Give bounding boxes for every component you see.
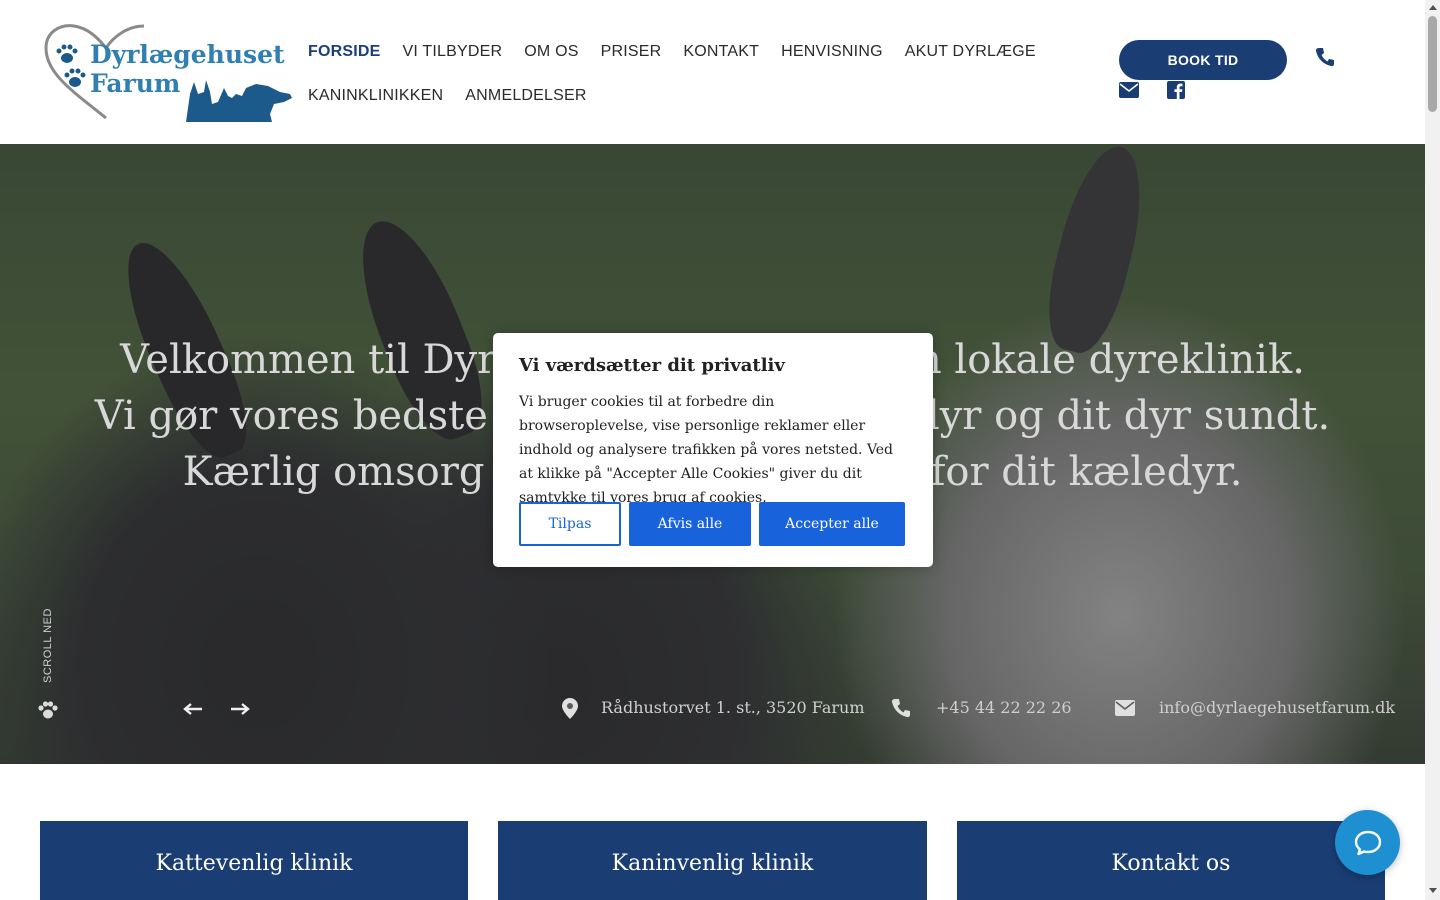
nav-item-anmeldelser[interactable]: ANMELDELSER: [465, 87, 586, 105]
scroll-down-arrow[interactable]: [1429, 888, 1437, 893]
accept-all-button[interactable]: Accepter alle: [759, 502, 905, 546]
address-text: Rådhustorvet 1. st., 3520 Farum: [601, 698, 865, 717]
nav-item-henvisning[interactable]: HENVISNING: [781, 43, 883, 61]
nav-item-akut-dyrlaege[interactable]: AKUT DYRLÆGE: [905, 43, 1036, 61]
card-kaninvenlig[interactable]: Kaninvenlig klinik: [498, 821, 927, 900]
reject-all-button[interactable]: Afvis alle: [629, 502, 751, 546]
nav-row-2: KANINKLINIKKEN ANMELDELSER: [308, 74, 1008, 118]
facebook-icon[interactable]: [1167, 81, 1185, 99]
arrow-right-icon[interactable]: [230, 702, 250, 716]
nav-item-forside[interactable]: FORSIDE: [308, 43, 381, 61]
paw-icon: [64, 68, 86, 87]
logo[interactable]: Dyrlægehuset Farum: [44, 22, 294, 122]
book-appointment-button[interactable]: BOOK TID: [1119, 40, 1287, 80]
email-link[interactable]: info@dyrlaegehusetfarum.dk: [1159, 698, 1395, 717]
pets-silhouette-icon: [186, 80, 292, 122]
cookie-consent-dialog: Vi værdsætter dit privatliv Vi bruger co…: [493, 333, 933, 567]
nav-item-priser[interactable]: PRISER: [601, 43, 662, 61]
scrollbar[interactable]: [1425, 0, 1440, 900]
scroll-down-label[interactable]: SCROLL NED: [42, 608, 54, 683]
card-kattevenlig[interactable]: Kattevenlig klinik: [40, 821, 468, 900]
logo-line1: Dyrlægehuset: [90, 40, 285, 69]
paw-icon: [38, 701, 58, 719]
cookie-title: Vi værdsætter dit privatliv: [519, 355, 785, 376]
scrollbar-thumb[interactable]: [1428, 16, 1437, 112]
paw-icon: [56, 44, 78, 63]
card-title: Kaninvenlig klinik: [611, 851, 814, 876]
phone-text[interactable]: +45 44 22 22 26: [936, 698, 1072, 717]
customize-button[interactable]: Tilpas: [519, 502, 621, 546]
nav-item-om-os[interactable]: OM OS: [524, 43, 578, 61]
nav-item-kontakt[interactable]: KONTAKT: [683, 43, 759, 61]
nav-item-kaninklinikken[interactable]: KANINKLINIKKEN: [308, 87, 443, 105]
nav-item-vi-tilbyder[interactable]: VI TILBYDER: [403, 43, 503, 61]
phone-icon[interactable]: [1315, 47, 1335, 67]
scroll-up-arrow[interactable]: [1429, 5, 1437, 10]
card-title: Kontakt os: [1111, 851, 1231, 876]
arrow-left-icon[interactable]: [183, 702, 203, 716]
site-header: Dyrlægehuset Farum FORSIDE VI TILBYDER O…: [0, 0, 1425, 144]
envelope-icon[interactable]: [1115, 700, 1135, 716]
chat-bubble-icon: [1354, 830, 1381, 855]
main-nav: FORSIDE VI TILBYDER OM OS PRISER KONTAKT…: [308, 30, 1036, 118]
cookie-buttons: Tilpas Afvis alle Accepter alle: [519, 502, 905, 546]
nav-row-1: FORSIDE VI TILBYDER OM OS PRISER KONTAKT…: [308, 30, 1036, 74]
chat-button[interactable]: [1335, 810, 1400, 875]
envelope-icon[interactable]: [1119, 82, 1139, 98]
card-title: Kattevenlig klinik: [155, 851, 353, 876]
map-pin-icon: [562, 698, 578, 719]
cookie-body: Vi bruger cookies til at forbedre din br…: [519, 394, 894, 506]
phone-icon[interactable]: [891, 698, 911, 718]
card-kontakt[interactable]: Kontakt os: [957, 821, 1385, 900]
